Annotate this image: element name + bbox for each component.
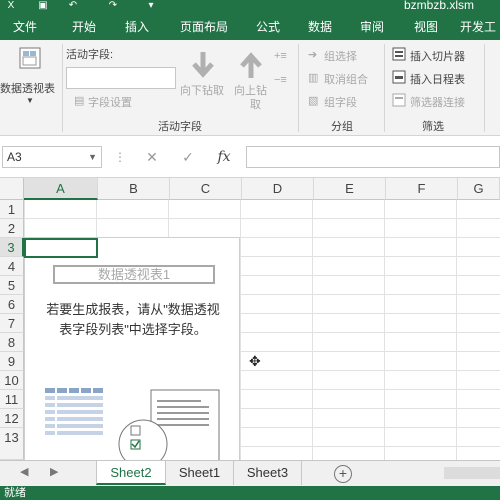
- scroll-right-icon[interactable]: ▶: [50, 465, 58, 478]
- filter-connections-icon: [392, 93, 406, 107]
- pivot-table-name: 数据透视表1: [53, 265, 215, 284]
- name-box[interactable]: A3 ▼: [2, 146, 102, 168]
- select-all-corner[interactable]: [0, 178, 24, 200]
- pivot-instructions-line2: 表字段列表"中选择字段。: [59, 322, 207, 337]
- save-icon[interactable]: ▣: [36, 0, 50, 14]
- cursor-icon: ✥: [249, 353, 261, 369]
- column-header[interactable]: A: [24, 178, 98, 200]
- formula-bar: A3 ▼ ⋮ ✕ ✓ fx: [0, 136, 500, 178]
- row-header[interactable]: 12: [0, 409, 24, 428]
- pivot-table-instructions: 若要生成报表，请从"数据透视 表字段列表"中选择字段。: [29, 300, 237, 340]
- drill-up-button-line2: 取: [250, 99, 261, 111]
- row-header[interactable]: 7: [0, 314, 24, 333]
- tab-home[interactable]: 开始: [56, 14, 112, 40]
- tab-formulas[interactable]: 公式: [244, 14, 292, 40]
- group-selection-icon: ➔: [308, 49, 318, 61]
- group-separator: [62, 44, 63, 132]
- formula-bar-grip-icon: ⋮: [114, 150, 126, 164]
- title-bar: X ▣ ↶ ↷ ▾ bzmbzb.xlsm: [0, 0, 500, 14]
- active-cell-a3[interactable]: [24, 238, 98, 258]
- formula-input[interactable]: [246, 146, 500, 168]
- insert-slicer-button[interactable]: 插入切片器: [410, 48, 465, 64]
- new-sheet-icon[interactable]: +: [334, 465, 352, 483]
- sheet-tab[interactable]: Sheet3: [234, 461, 302, 485]
- tab-review[interactable]: 审阅: [348, 14, 396, 40]
- row-header[interactable]: 1: [0, 200, 24, 219]
- chevron-down-icon[interactable]: ▼: [88, 147, 97, 167]
- collapse-field-icon[interactable]: −≡: [274, 74, 287, 86]
- column-header[interactable]: B: [98, 178, 170, 200]
- chevron-down-icon[interactable]: ▼: [26, 96, 34, 105]
- tab-insert[interactable]: 插入: [112, 14, 162, 40]
- field-settings-icon: ▤: [74, 95, 85, 107]
- group-separator: [484, 44, 485, 132]
- timeline-icon: [392, 70, 406, 84]
- row-header[interactable]: 3: [0, 238, 24, 257]
- row-header[interactable]: 4: [0, 257, 24, 276]
- enter-icon[interactable]: ✓: [176, 146, 200, 168]
- excel-logo-icon: X: [7, 0, 15, 11]
- column-header[interactable]: F: [386, 178, 458, 200]
- ungroup-button[interactable]: 取消组合: [324, 71, 368, 87]
- group-separator: [384, 44, 385, 132]
- undo-icon[interactable]: ↶: [66, 0, 80, 14]
- sheet-tab[interactable]: Sheet1: [166, 461, 234, 485]
- tab-view[interactable]: 视图: [400, 14, 452, 40]
- group-label-filter: 筛选: [422, 121, 444, 133]
- column-header[interactable]: D: [242, 178, 314, 200]
- tab-developer[interactable]: 开发工: [452, 14, 500, 40]
- ribbon-tab-bar: 文件 开始 插入 页面布局 公式 数据 审阅 视图 开发工: [0, 14, 500, 40]
- insert-timeline-button[interactable]: 插入日程表: [410, 71, 465, 87]
- group-selection-button[interactable]: 组选择: [324, 48, 357, 64]
- slicer-icon: [392, 47, 406, 61]
- pivot-table-icon[interactable]: [18, 46, 42, 70]
- drill-up-icon: [240, 52, 262, 78]
- group-field-icon: ▧: [308, 95, 319, 107]
- drill-down-icon: [192, 52, 214, 78]
- group-field-button[interactable]: 组字段: [324, 94, 357, 110]
- group-label-group: 分组: [331, 121, 353, 133]
- ungroup-icon: ▥: [308, 72, 319, 84]
- column-header[interactable]: E: [314, 178, 386, 200]
- cancel-icon[interactable]: ✕: [140, 146, 164, 168]
- scroll-left-icon[interactable]: ◀: [20, 465, 28, 478]
- window-title: bzmbzb.xlsm: [404, 0, 475, 12]
- column-header[interactable]: C: [170, 178, 242, 200]
- column-header[interactable]: G: [458, 178, 500, 200]
- row-header[interactable]: 5: [0, 276, 24, 295]
- name-box-value: A3: [7, 150, 22, 164]
- row-header[interactable]: 8: [0, 333, 24, 352]
- tab-page-layout[interactable]: 页面布局: [168, 14, 240, 40]
- row-header[interactable]: 10: [0, 371, 24, 390]
- sheet-tab-bar: ◀ ▶ Sheet2 Sheet1 Sheet3 +: [0, 460, 500, 486]
- pivot-table-button[interactable]: 数据透视表: [0, 80, 55, 96]
- row-header[interactable]: 13: [0, 428, 24, 460]
- insert-function-icon[interactable]: fx: [212, 146, 236, 168]
- group-separator: [298, 44, 299, 132]
- row-header[interactable]: 6: [0, 295, 24, 314]
- drill-down-button[interactable]: 向下钻取: [180, 82, 224, 98]
- status-text: 就绪: [4, 487, 26, 499]
- filter-connections-button[interactable]: 筛选器连接: [410, 94, 465, 110]
- pivot-illustration-icon: [45, 388, 220, 464]
- pivot-table-placeholder[interactable]: 数据透视表1 若要生成报表，请从"数据透视 表字段列表"中选择字段。: [24, 237, 240, 464]
- horizontal-scrollbar[interactable]: [444, 467, 500, 479]
- row-header[interactable]: 2: [0, 219, 24, 238]
- active-field-label: 活动字段:: [66, 49, 114, 61]
- redo-icon[interactable]: ↷: [106, 0, 120, 14]
- tab-file[interactable]: 文件: [0, 14, 50, 40]
- tab-data[interactable]: 数据: [296, 14, 344, 40]
- status-bar: 就绪: [0, 486, 500, 500]
- ribbon: 数据透视表 ▼ 活动字段: ▤ 字段设置 向下钻取 向上钻 取 +≡ −≡ 活动…: [0, 40, 500, 136]
- active-field-input[interactable]: [66, 67, 176, 89]
- row-header[interactable]: 9: [0, 352, 24, 371]
- customize-quick-access-icon[interactable]: ▾: [144, 0, 158, 14]
- row-header[interactable]: 11: [0, 390, 24, 409]
- group-label-active-field: 活动字段: [158, 121, 202, 133]
- pivot-instructions-line1: 若要生成报表，请从"数据透视: [46, 302, 220, 317]
- expand-field-icon[interactable]: +≡: [274, 50, 287, 62]
- field-settings-button[interactable]: 字段设置: [88, 94, 132, 110]
- sheet-tab[interactable]: Sheet2: [96, 461, 166, 485]
